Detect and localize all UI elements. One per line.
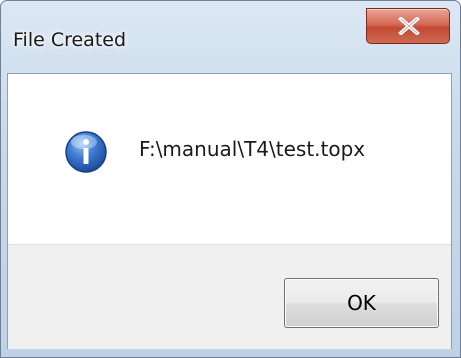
window-title: File Created [13, 29, 127, 51]
button-bar: OK [8, 244, 451, 349]
close-button[interactable] [366, 8, 450, 44]
message-text: F:\manual\T4\test.topx [139, 137, 366, 161]
dialog-content: F:\manual\T4\test.topx OK [7, 73, 452, 349]
close-icon [398, 17, 420, 35]
file-created-dialog: File Created F:\manual\T4\test.topx OK [0, 0, 461, 358]
ok-button[interactable]: OK [284, 278, 439, 328]
title-bar[interactable]: File Created [1, 1, 460, 73]
info-icon [65, 131, 107, 173]
